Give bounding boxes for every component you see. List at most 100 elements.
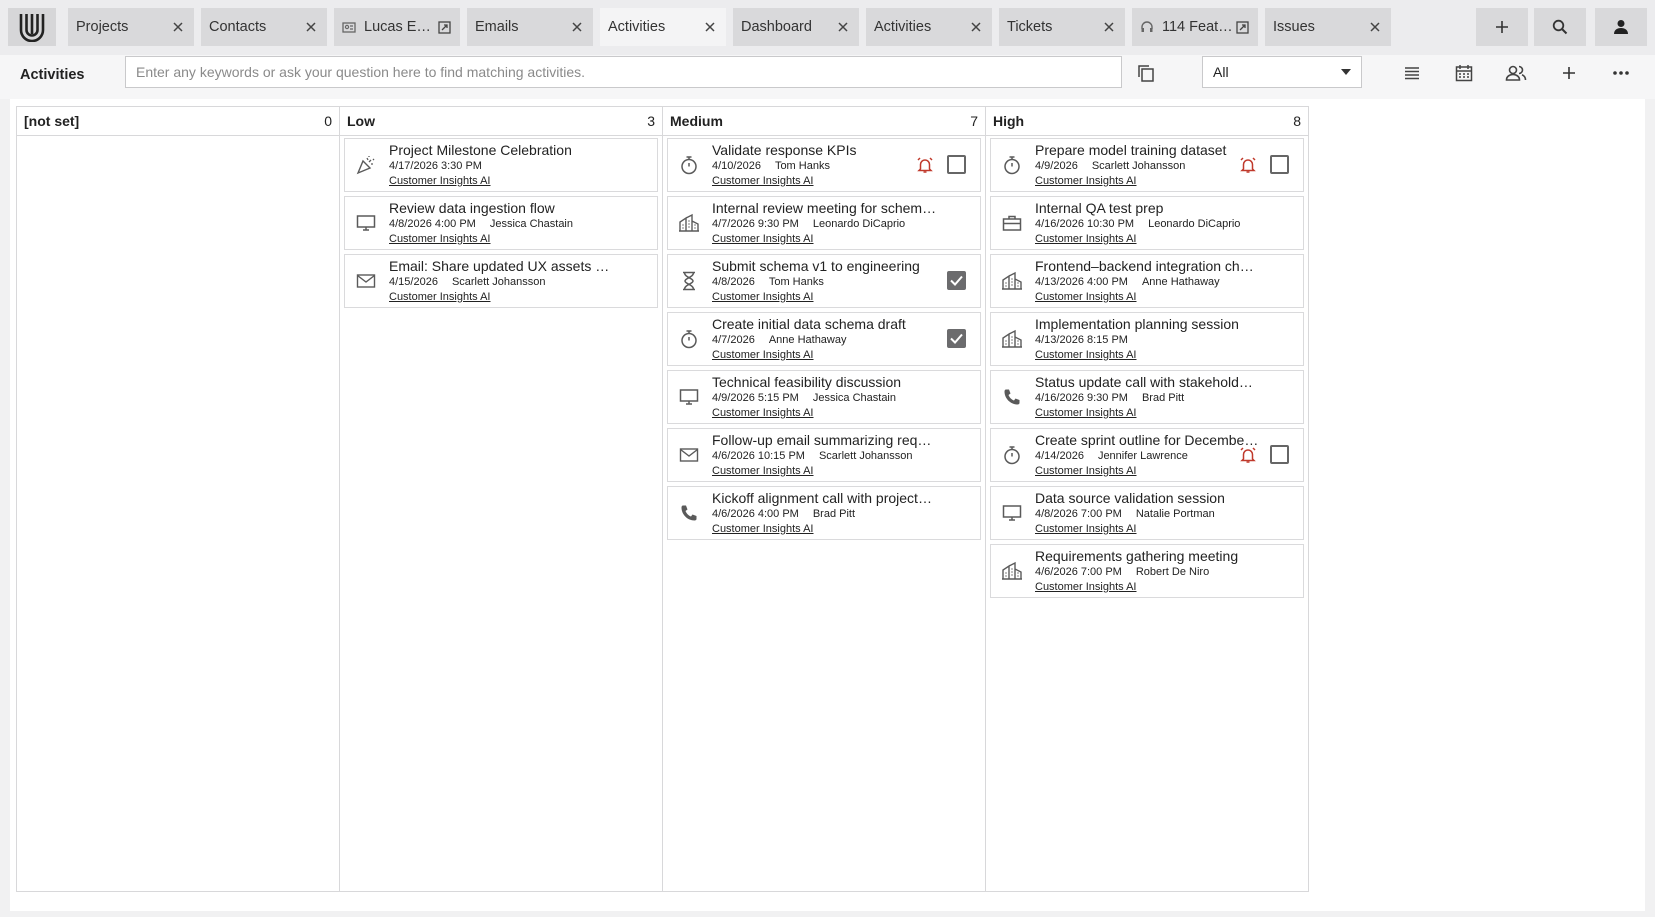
activity-title[interactable]: Implementation planning session	[1035, 316, 1265, 332]
team-view-button[interactable]	[1501, 58, 1531, 88]
activity-title[interactable]: Review data ingestion flow	[389, 200, 619, 216]
close-tab-button[interactable]	[1101, 19, 1117, 35]
activity-card[interactable]: Internal QA test prep 4/16/2026 10:30 PM L…	[990, 196, 1304, 250]
activity-title[interactable]: Internal review meeting for schem…	[712, 200, 942, 216]
tab-projects[interactable]: Projects	[68, 8, 194, 46]
activity-title[interactable]: Technical feasibility discussion	[712, 374, 942, 390]
tab-dashboard[interactable]: Dashboard	[733, 8, 859, 46]
app-logo[interactable]	[8, 8, 56, 46]
complete-checkbox[interactable]	[947, 155, 966, 174]
project-link[interactable]: Customer Insights AI	[712, 407, 814, 419]
project-link[interactable]: Customer Insights AI	[712, 175, 814, 187]
activity-card[interactable]: Data source validation session 4/8/2026 7…	[990, 486, 1304, 540]
reminder-bell-icon[interactable]	[1239, 156, 1257, 179]
activity-card[interactable]: Technical feasibility discussion 4/9/2026…	[667, 370, 981, 424]
tab-tickets[interactable]: Tickets	[999, 8, 1125, 46]
close-tab-button[interactable]	[968, 19, 984, 35]
activity-card[interactable]: Email: Share updated UX assets w… 4/15/20…	[344, 254, 658, 308]
activity-card[interactable]: Requirements gathering meeting 4/6/2026 7…	[990, 544, 1304, 598]
project-link[interactable]: Customer Insights AI	[389, 175, 491, 187]
activity-card[interactable]: Project Milestone Celebration 4/17/2026 3…	[344, 138, 658, 192]
activity-title[interactable]: Create sprint outline for Decembe…	[1035, 432, 1265, 448]
close-tab-button[interactable]	[303, 19, 319, 35]
tab-emails[interactable]: Emails	[467, 8, 593, 46]
activity-title[interactable]: Data source validation session	[1035, 490, 1265, 506]
copy-button[interactable]	[1131, 58, 1161, 88]
project-link[interactable]: Customer Insights AI	[1035, 465, 1137, 477]
project-link[interactable]: Customer Insights AI	[712, 465, 814, 477]
project-link[interactable]: Customer Insights AI	[712, 349, 814, 361]
popout-button[interactable]	[1234, 19, 1250, 35]
activity-card[interactable]: Prepare model training dataset 4/9/2026 Sc…	[990, 138, 1304, 192]
reminder-bell-icon[interactable]	[1239, 446, 1257, 469]
activity-title[interactable]: Follow-up email summarizing req…	[712, 432, 942, 448]
activity-date: 4/8/2026 4:00 PM	[389, 218, 476, 230]
project-link[interactable]: Customer Insights AI	[712, 523, 814, 535]
close-tab-button[interactable]	[1367, 19, 1383, 35]
activity-title[interactable]: Submit schema v1 to engineering	[712, 258, 942, 274]
tab-activities[interactable]: Activities	[600, 8, 726, 46]
project-link[interactable]: Customer Insights AI	[1035, 349, 1137, 361]
complete-checkbox[interactable]	[1270, 445, 1289, 464]
project-link[interactable]: Customer Insights AI	[712, 291, 814, 303]
tab-contacts[interactable]: Contacts	[201, 8, 327, 46]
search-input[interactable]	[125, 56, 1122, 88]
calendar-view-button[interactable]	[1449, 58, 1479, 88]
activity-title[interactable]: Kickoff alignment call with project…	[712, 490, 942, 506]
project-link[interactable]: Customer Insights AI	[1035, 233, 1137, 245]
close-tab-button[interactable]	[702, 19, 718, 35]
complete-checkbox[interactable]	[1270, 155, 1289, 174]
reminder-bell-icon[interactable]	[916, 156, 934, 179]
activity-title[interactable]: Frontend–backend integration ch…	[1035, 258, 1265, 274]
project-link[interactable]: Customer Insights AI	[1035, 175, 1137, 187]
global-search-button[interactable]	[1534, 8, 1586, 46]
activity-card[interactable]: Validate response KPIs 4/10/2026 Tom Hanks…	[667, 138, 981, 192]
activity-title[interactable]: Status update call with stakehold…	[1035, 374, 1265, 390]
add-activity-button[interactable]	[1554, 58, 1584, 88]
activity-title[interactable]: Internal QA test prep	[1035, 200, 1265, 216]
activity-title[interactable]: Email: Share updated UX assets w…	[389, 258, 619, 274]
activity-card[interactable]: Submit schema v1 to engineering 4/8/2026 T…	[667, 254, 981, 308]
tab-lucas-eud[interactable]: Lucas Eud…	[334, 8, 460, 46]
project-link[interactable]: Customer Insights AI	[712, 233, 814, 245]
activity-card[interactable]: Create sprint outline for Decembe… 4/14/2…	[990, 428, 1304, 482]
new-tab-button[interactable]	[1476, 8, 1528, 46]
project-link[interactable]: Customer Insights AI	[1035, 581, 1137, 593]
activity-card[interactable]: Kickoff alignment call with project… 4/6/…	[667, 486, 981, 540]
complete-checkbox[interactable]	[947, 329, 966, 348]
activity-card[interactable]: Create initial data schema draft 4/7/2026…	[667, 312, 981, 366]
activity-card[interactable]: Status update call with stakehold… 4/16/2…	[990, 370, 1304, 424]
tab-activities[interactable]: Activities	[866, 8, 992, 46]
activity-card[interactable]: Review data ingestion flow 4/8/2026 4:00 …	[344, 196, 658, 250]
list-view-button[interactable]	[1397, 58, 1427, 88]
activity-card[interactable]: Implementation planning session 4/13/2026…	[990, 312, 1304, 366]
project-link[interactable]: Customer Insights AI	[389, 291, 491, 303]
activity-meta: 4/13/2026 8:15 PM	[1035, 334, 1128, 346]
project-link[interactable]: Customer Insights AI	[1035, 407, 1137, 419]
complete-checkbox[interactable]	[947, 271, 966, 290]
column-title: Low	[347, 113, 375, 129]
tab-114-featur[interactable]: 114 Featur…	[1132, 8, 1258, 46]
filter-select[interactable]: All	[1202, 56, 1362, 88]
tab-issues[interactable]: Issues	[1265, 8, 1391, 46]
project-link[interactable]: Customer Insights AI	[1035, 291, 1137, 303]
activity-title[interactable]: Project Milestone Celebration	[389, 142, 619, 158]
close-tab-button[interactable]	[170, 19, 186, 35]
activity-title[interactable]: Requirements gathering meeting	[1035, 548, 1265, 564]
activity-title[interactable]: Create initial data schema draft	[712, 316, 942, 332]
activity-title[interactable]: Validate response KPIs	[712, 142, 942, 158]
popout-button[interactable]	[436, 19, 452, 35]
project-link[interactable]: Customer Insights AI	[1035, 523, 1137, 535]
activity-owner: Anne Hathaway	[1141, 276, 1220, 288]
activity-title[interactable]: Prepare model training dataset	[1035, 142, 1265, 158]
more-options-button[interactable]	[1606, 58, 1636, 88]
column-count: 0	[324, 113, 332, 129]
close-tab-button[interactable]	[835, 19, 851, 35]
user-profile-button[interactable]	[1595, 8, 1647, 46]
activity-card[interactable]: Follow-up email summarizing req… 4/6/2026…	[667, 428, 981, 482]
project-link[interactable]: Customer Insights AI	[389, 233, 491, 245]
activity-card[interactable]: Frontend–backend integration ch… 4/13/202…	[990, 254, 1304, 308]
activity-date: 4/9/2026	[1035, 160, 1078, 172]
activity-card[interactable]: Internal review meeting for schem… 4/7/20…	[667, 196, 981, 250]
close-tab-button[interactable]	[569, 19, 585, 35]
